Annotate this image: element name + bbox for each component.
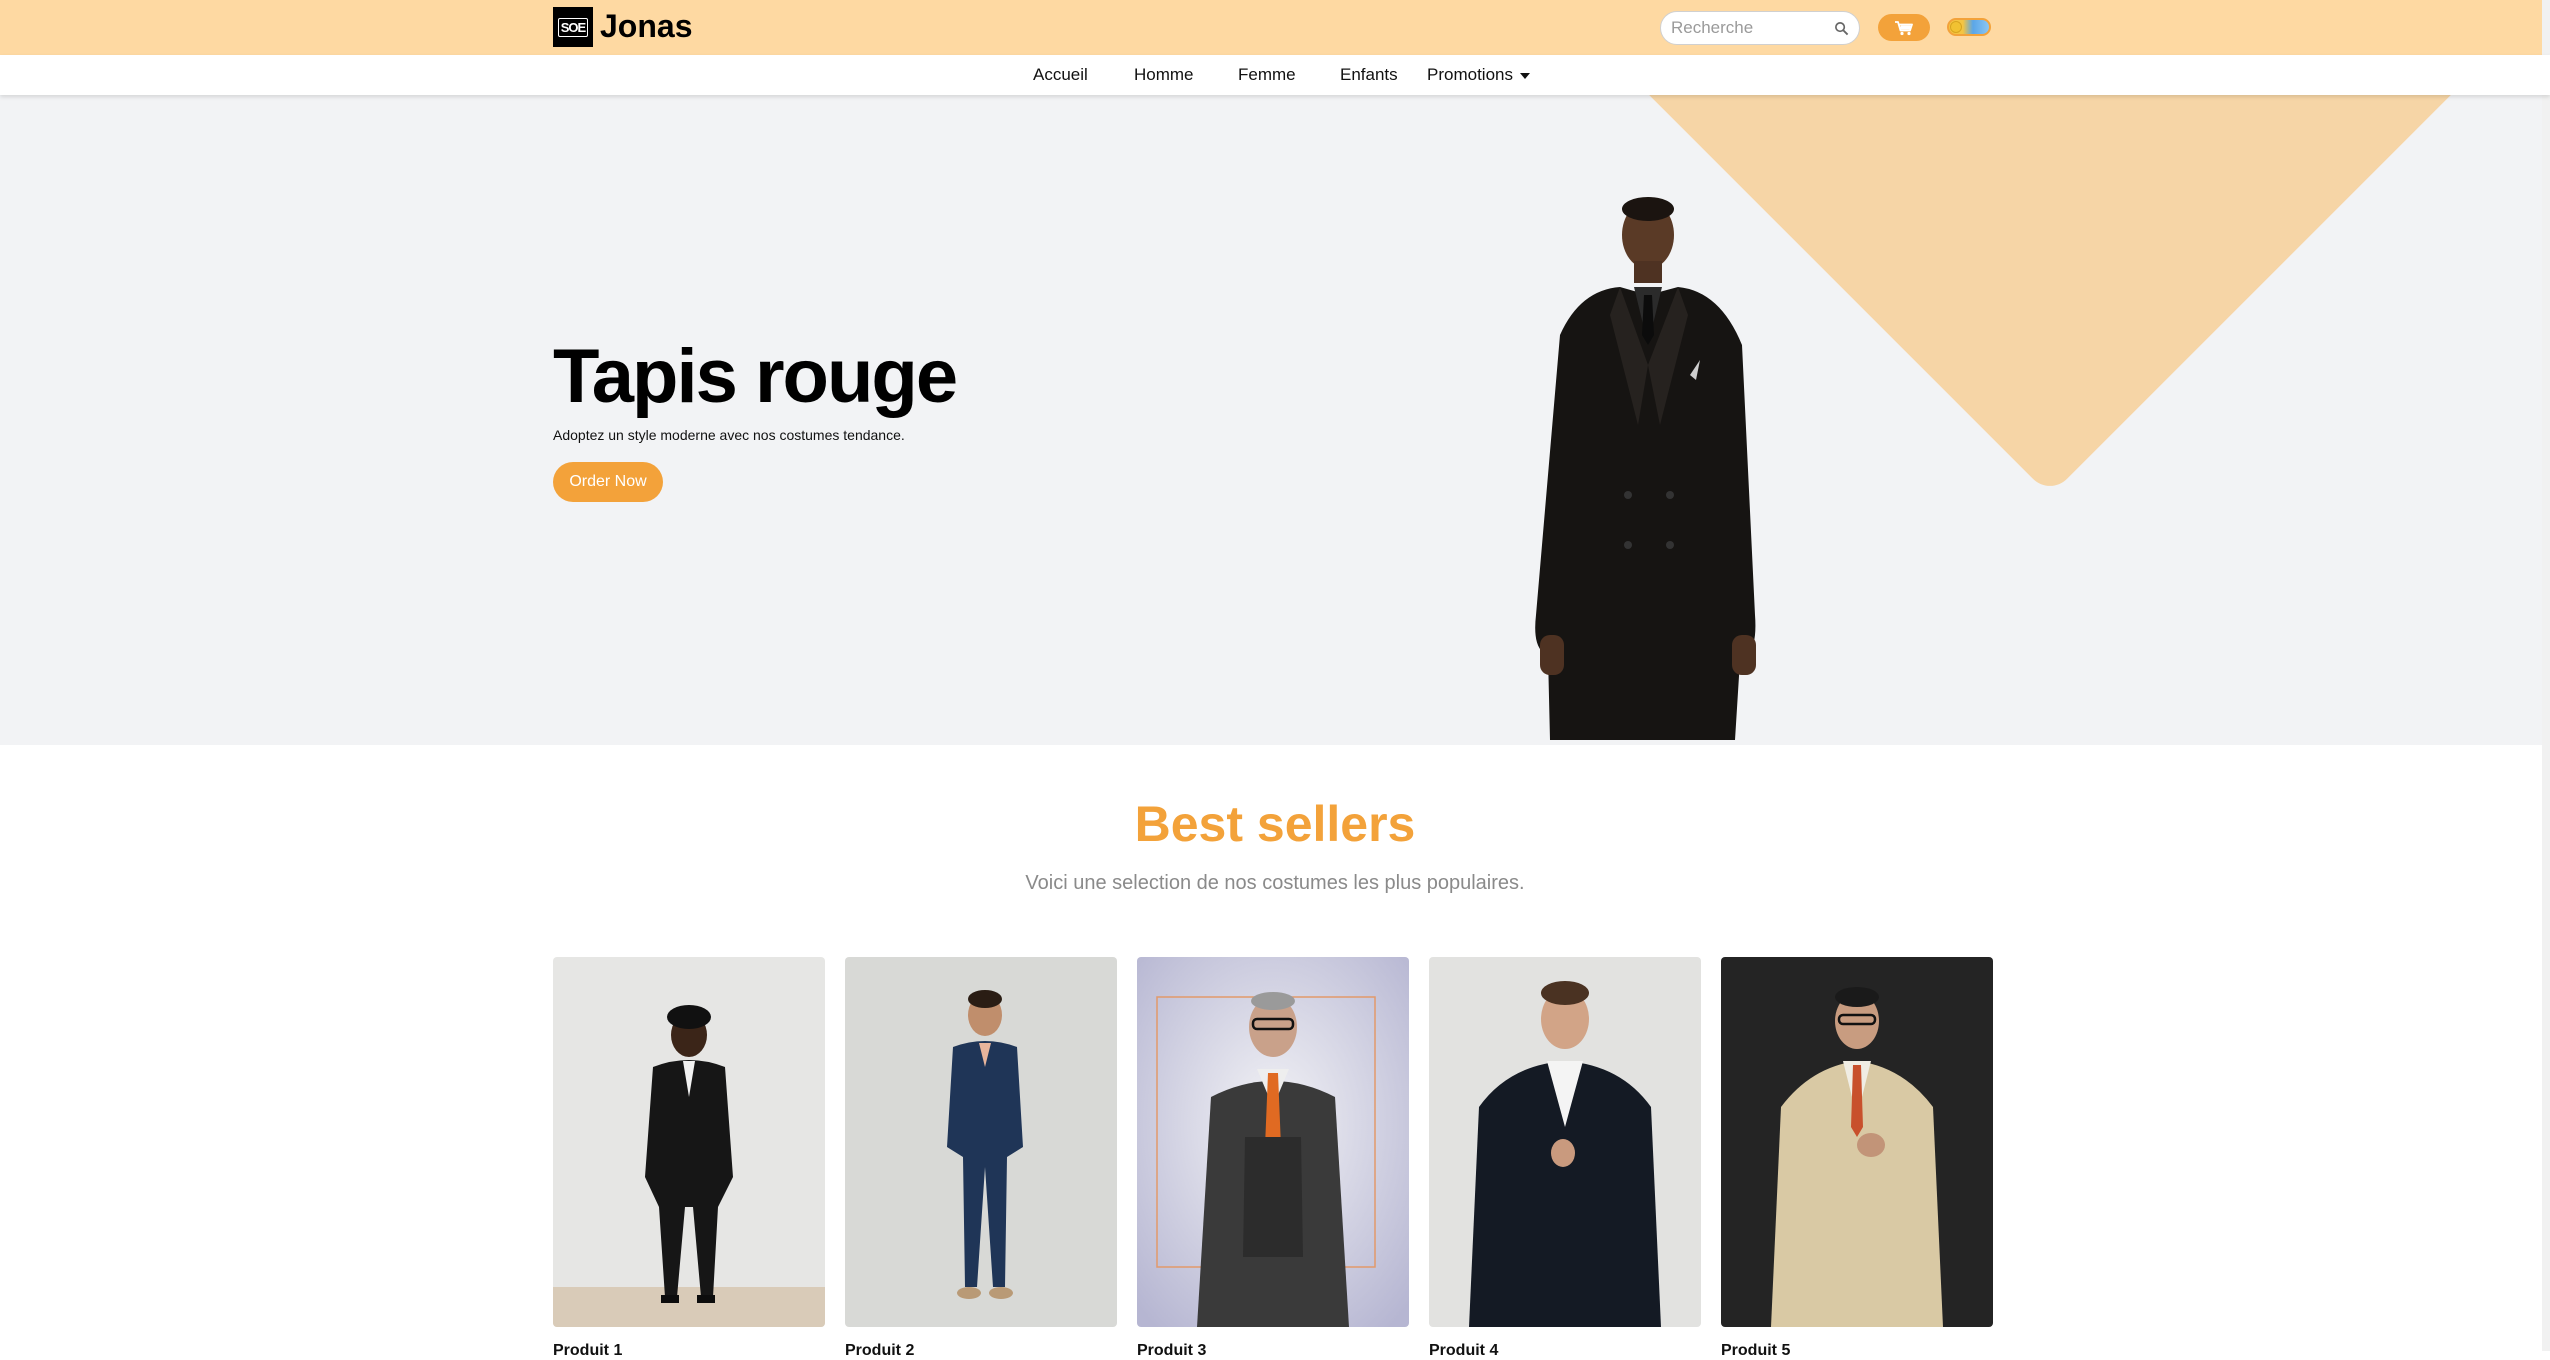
product-image-3 bbox=[1137, 957, 1409, 1327]
product-name-4[interactable]: Produit 4 bbox=[1429, 1342, 1498, 1360]
nav-item-promotions[interactable]: Promotions bbox=[1427, 65, 1530, 85]
hero-model-image bbox=[1535, 197, 1756, 740]
nav-item-femme[interactable]: Femme bbox=[1238, 65, 1296, 85]
product-card-5[interactable] bbox=[1721, 957, 1993, 1327]
best-sellers-subtitle: Voici une selection de nos costumes les … bbox=[1025, 872, 1525, 894]
product-name-2[interactable]: Produit 2 bbox=[845, 1342, 914, 1360]
product-name-3[interactable]: Produit 3 bbox=[1137, 1342, 1206, 1360]
product-name-1[interactable]: Produit 1 bbox=[553, 1342, 622, 1360]
search-icon[interactable] bbox=[1834, 21, 1849, 36]
caret-down-icon bbox=[1519, 72, 1530, 79]
nav-item-enfants[interactable]: Enfants bbox=[1340, 65, 1398, 85]
product-image-2 bbox=[845, 957, 1117, 1327]
promotions-label: Promotions bbox=[1427, 65, 1513, 84]
product-card-4[interactable] bbox=[1429, 957, 1701, 1327]
theme-toggle[interactable] bbox=[1947, 18, 1991, 36]
sun-icon bbox=[1950, 21, 1962, 33]
brand-name[interactable]: Jonas bbox=[600, 8, 692, 45]
logo-text: SOE bbox=[557, 17, 589, 37]
product-name-5[interactable]: Produit 5 bbox=[1721, 1342, 1790, 1360]
nav-item-homme[interactable]: Homme bbox=[1134, 65, 1194, 85]
top-header-bar: SOE Jonas bbox=[0, 0, 2550, 55]
product-image-4 bbox=[1429, 957, 1701, 1327]
best-sellers-title: Best sellers bbox=[1134, 796, 1416, 852]
brand-logo[interactable]: SOE bbox=[553, 7, 593, 47]
page-scrollbar[interactable] bbox=[2542, 0, 2550, 1351]
hero-title: Tapis rouge bbox=[553, 334, 958, 419]
product-card-1[interactable] bbox=[553, 957, 825, 1327]
cart-button[interactable] bbox=[1878, 14, 1930, 41]
main-navigation: Accueil Homme Femme Enfants Promotions bbox=[0, 55, 2550, 95]
order-now-button[interactable]: Order Now bbox=[553, 462, 663, 502]
product-image-1 bbox=[553, 957, 825, 1327]
hero-subtitle: Adoptez un style moderne avec nos costum… bbox=[553, 427, 905, 443]
cart-icon bbox=[1895, 20, 1913, 35]
search-box bbox=[1660, 11, 1860, 45]
search-input[interactable] bbox=[1671, 18, 1831, 38]
nav-item-accueil[interactable]: Accueil bbox=[1033, 65, 1088, 85]
hero-banner: Tapis rouge Adoptez un style moderne ave… bbox=[0, 95, 2550, 745]
product-image-5 bbox=[1721, 957, 1993, 1327]
product-card-3[interactable] bbox=[1137, 957, 1409, 1327]
product-card-2[interactable] bbox=[845, 957, 1117, 1327]
